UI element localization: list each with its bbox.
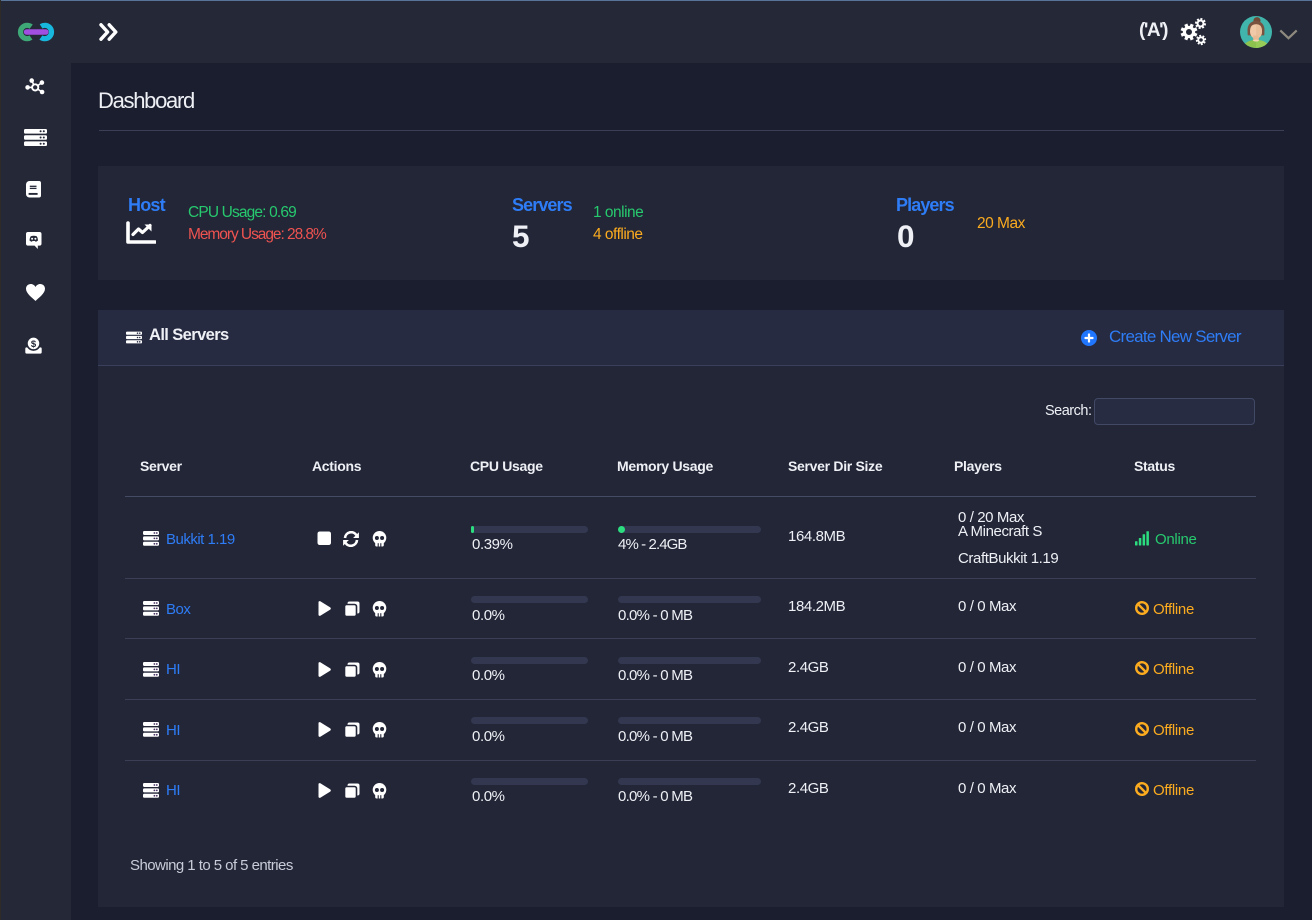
svg-text:$: $ [30, 339, 36, 350]
